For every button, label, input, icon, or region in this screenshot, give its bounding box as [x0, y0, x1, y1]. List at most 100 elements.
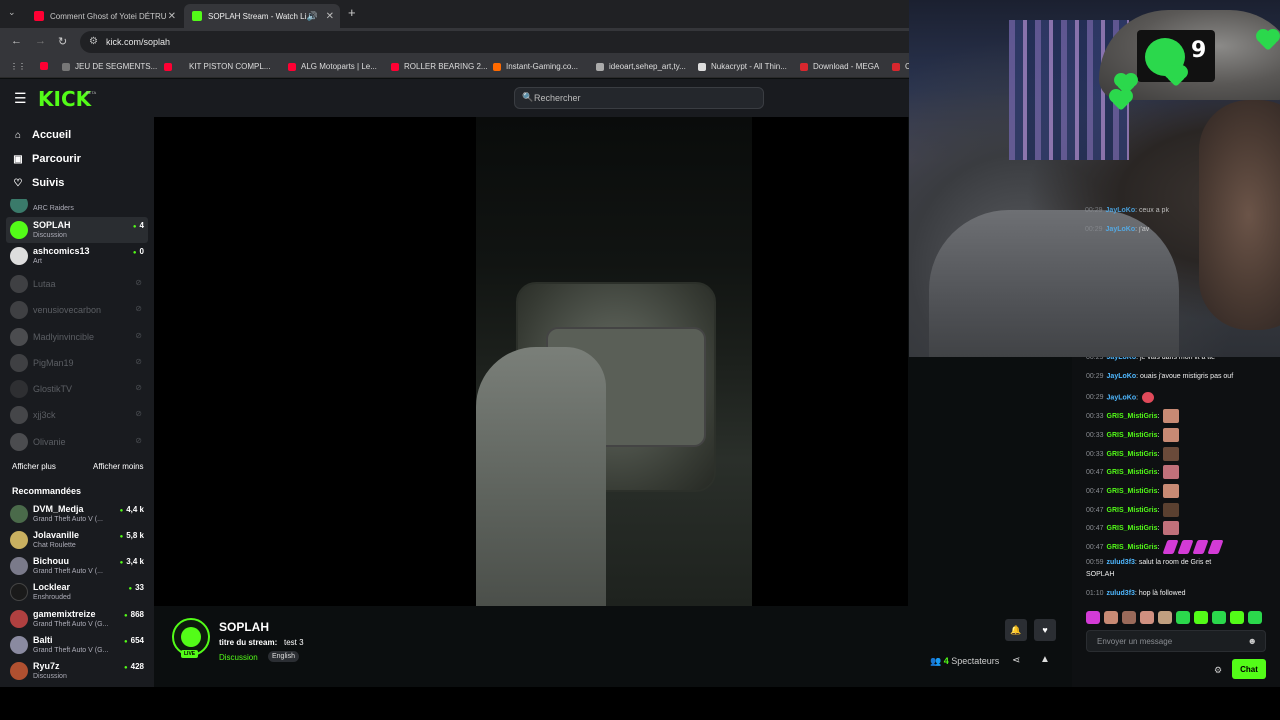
emote-icon[interactable]: [1086, 611, 1100, 624]
beta-badge: BETA: [86, 90, 97, 95]
bookmark-favicon-icon: [164, 62, 172, 71]
chat-message-input[interactable]: Envoyer un message ☻: [1086, 630, 1266, 652]
emote-icon[interactable]: [1212, 611, 1226, 624]
chat-message: 00:29 JayLoKo:: [1086, 392, 1154, 403]
sidebar-channel[interactable]: xjj3ck ⊘: [6, 402, 148, 428]
emote-icon[interactable]: [1158, 611, 1172, 624]
follow-button[interactable]: ♥: [1034, 619, 1056, 641]
browser-tab-youtube[interactable]: Comment Ghost of Yotei DÉTRU ✕: [26, 4, 182, 28]
bookmark-item[interactable]: C: [892, 62, 911, 71]
chat-input-placeholder: Envoyer un message: [1097, 637, 1173, 646]
streamer-name[interactable]: SOPLAH: [219, 620, 269, 634]
bookmark-item[interactable]: JEU DE SEGMENTS...: [62, 62, 157, 71]
site-info-icon[interactable]: ⚙: [89, 36, 98, 47]
sidebar-channel[interactable]: GlostikTV ⊘: [6, 376, 148, 402]
recommended-channel[interactable]: BaltiGrand Theft Auto V (G...654: [6, 632, 148, 658]
chat-send-button[interactable]: Chat: [1232, 659, 1266, 679]
sidebar-channel[interactable]: Madlyinvincible ⊘: [6, 324, 148, 350]
avatar: [10, 328, 28, 346]
chat-settings-icon[interactable]: ⚙: [1214, 665, 1222, 676]
emote-icon[interactable]: [1194, 611, 1208, 624]
avatar: [10, 433, 28, 451]
sidebar-channel[interactable]: venusiovecarbon ⊘: [6, 297, 148, 323]
offline-icon: ⊘: [135, 383, 142, 392]
browser-tab-kick[interactable]: SOPLAH Stream - Watch Li 🔊 ✕: [184, 4, 340, 28]
menu-icon[interactable]: ☰: [14, 90, 27, 107]
recommended-channel[interactable]: JolavanilleChat Roulette5,8 k: [6, 527, 148, 553]
emote-icon[interactable]: [1176, 611, 1190, 624]
show-more-button[interactable]: Afficher plus: [12, 462, 56, 471]
bookmark-item[interactable]: ideoart,sehep_art,ty...: [596, 62, 686, 71]
bookmark-youtube-icon[interactable]: [40, 62, 53, 70]
sidebar: ⌂ Accueil ▣ Parcourir ♡ Suivis ARC Raiders …: [0, 117, 154, 687]
chat-message: 00:47 GRIS_MistiGris:: [1086, 503, 1180, 517]
tab-search-icon[interactable]: ⌄: [8, 7, 16, 18]
bookmark-item[interactable]: KIT PISTON COMPL...: [164, 62, 271, 71]
viewers-icon: 👥: [930, 656, 942, 666]
avatar: [10, 662, 28, 680]
bookmark-favicon-icon: [288, 62, 296, 71]
emote-icon[interactable]: [1122, 611, 1136, 624]
pink-emote-icon: [1192, 540, 1209, 554]
sidebar-nav-following[interactable]: ♡ Suivis: [12, 177, 65, 189]
bookmark-item[interactable]: Nukacrypt - All Thin...: [698, 62, 787, 71]
emote-icon[interactable]: [1248, 611, 1262, 624]
bookmark-item[interactable]: Instant-Gaming.co...: [493, 62, 578, 71]
sidebar-nav-home[interactable]: ⌂ Accueil: [12, 129, 71, 141]
forward-icon[interactable]: →: [35, 35, 46, 47]
recommended-channel[interactable]: gamemixtreizeGrand Theft Auto V (G...868: [6, 606, 148, 632]
search-input[interactable]: 🔍 Rechercher: [514, 87, 764, 109]
heart-icon: ♡: [13, 177, 23, 189]
bookmark-item[interactable]: ALG Motoparts | Le...: [288, 62, 377, 71]
pink-emote-icon: [1207, 540, 1224, 554]
show-less-button[interactable]: Afficher moins: [93, 462, 144, 471]
emote-icon[interactable]: [1104, 611, 1118, 624]
new-tab-icon[interactable]: +: [348, 5, 356, 20]
category-link[interactable]: Discussion: [219, 653, 258, 662]
bookmark-item[interactable]: ROLLER BEARING 2...: [391, 62, 488, 71]
bookmark-item[interactable]: Download - MEGA: [800, 62, 879, 71]
face-emote-icon: [1163, 521, 1180, 535]
avatar: [10, 354, 28, 372]
webcam-overlay: 9 00:29 JayLoKo: ceux a pk 00:29 JayLoKo: …: [909, 0, 1280, 357]
report-icon[interactable]: ▲: [1040, 654, 1050, 665]
sidebar-channel[interactable]: PigMan19 ⊘: [6, 350, 148, 376]
share-icon[interactable]: ⋖: [1012, 655, 1020, 666]
language-tag[interactable]: English: [268, 651, 299, 662]
face-emote-icon: [1163, 465, 1180, 479]
emoji-icon[interactable]: ☻: [1248, 636, 1257, 646]
taskbar-area: [0, 687, 1280, 720]
recommended-channel[interactable]: Ryu7zDiscussion428: [6, 658, 148, 684]
bookmark-favicon-icon: [596, 62, 604, 71]
sidebar-channel-soplah[interactable]: SOPLAH Discussion 4: [6, 217, 148, 243]
apps-icon[interactable]: ⋮⋮: [10, 62, 26, 71]
recommended-title: Recommandées: [12, 486, 82, 496]
recommended-channel[interactable]: BichouuGrand Theft Auto V (...3,4 k: [6, 553, 148, 579]
emote-icon[interactable]: [1140, 611, 1154, 624]
emote-icon[interactable]: [1230, 611, 1244, 624]
video-player[interactable]: [154, 117, 908, 606]
kick-favicon-icon: [192, 11, 202, 21]
recommended-channel[interactable]: DVM_MedjaGrand Theft Auto V (...4,4 k: [6, 501, 148, 527]
chat-message: 00:59 zulud3f3: salut la room de Gris et: [1086, 559, 1212, 566]
sidebar-channel[interactable]: ashcomics13 Art 0: [6, 243, 148, 269]
recommended-channel[interactable]: LocklearEnshrouded33: [6, 579, 148, 605]
sidebar-channel[interactable]: Lutaa ⊘: [6, 271, 148, 297]
avatar: [10, 610, 28, 628]
pink-emote-icon: [1162, 540, 1179, 554]
url-text[interactable]: kick.com/soplah: [106, 37, 170, 47]
reload-icon[interactable]: ↻: [58, 35, 67, 48]
avatar: [10, 221, 28, 239]
sidebar-channel[interactable]: ARC Raiders: [6, 199, 148, 215]
face-emote-icon: [1163, 484, 1180, 498]
sidebar-channel[interactable]: Olivanie ⊘: [6, 429, 148, 455]
close-tab-icon[interactable]: ✕: [326, 11, 334, 22]
video-frame: [476, 117, 752, 606]
bookmark-favicon-icon: [493, 62, 501, 71]
sidebar-nav-browse[interactable]: ▣ Parcourir: [12, 153, 81, 165]
notification-bell-button[interactable]: 🔔: [1005, 619, 1027, 641]
kick-logo[interactable]: KICK: [38, 87, 91, 111]
close-tab-icon[interactable]: ✕: [168, 11, 176, 22]
audio-icon[interactable]: 🔊: [307, 11, 318, 22]
back-icon[interactable]: ←: [11, 35, 22, 47]
